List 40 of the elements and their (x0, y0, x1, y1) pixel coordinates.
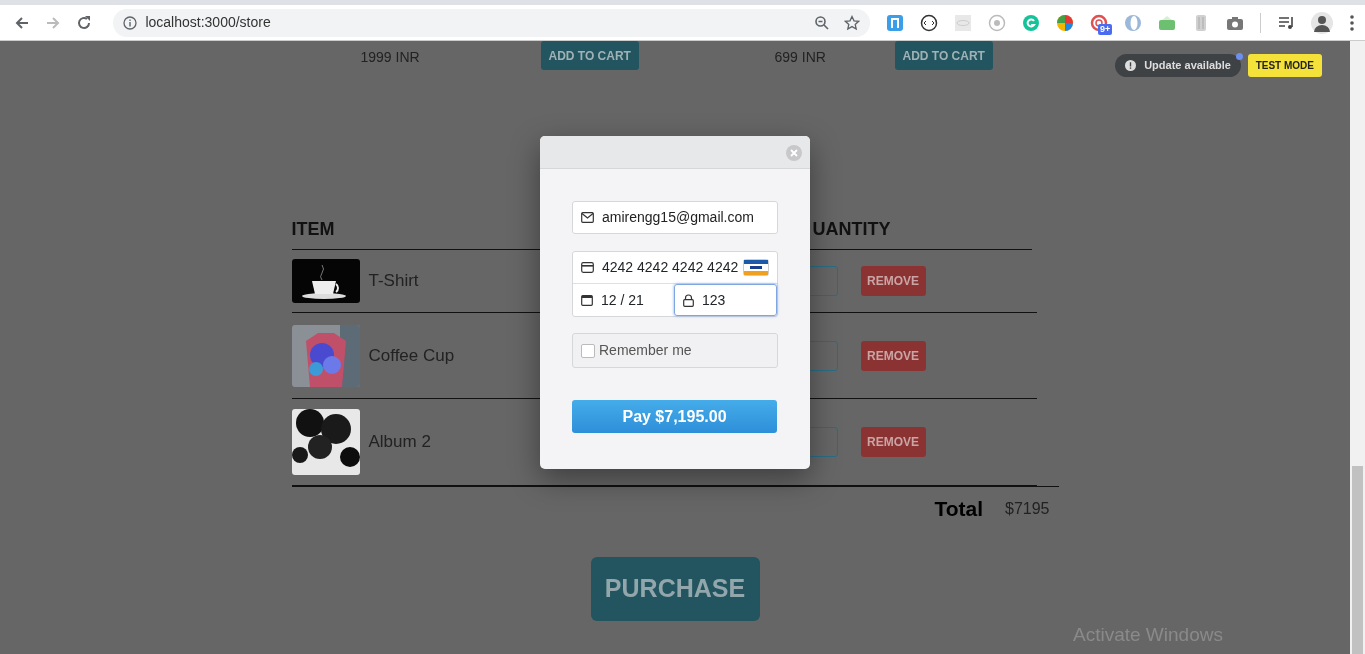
expiry-field[interactable]: 12 / 21 (573, 284, 674, 316)
item-name: Album 2 (368, 431, 431, 454)
card-brand-icon (743, 259, 769, 276)
email-field[interactable]: amirengg15@gmail.com (572, 201, 778, 234)
brackets-icon[interactable] (920, 13, 939, 32)
column-header: UANTITY (811, 218, 891, 241)
total-label: Total (934, 496, 983, 523)
info-icon (123, 15, 138, 30)
avatar-icon[interactable] (1311, 11, 1333, 34)
more-icon[interactable] (1349, 13, 1355, 32)
test-mode-badge[interactable]: TEST MODE (1247, 54, 1322, 77)
g-logo-icon[interactable] (1022, 13, 1041, 32)
item-name: T-Shirt (368, 270, 419, 293)
card-number-field[interactable]: 4242 4242 4242 4242 (573, 252, 777, 284)
scrollbar-thumb[interactable] (1352, 466, 1363, 654)
remove-button[interactable]: REMOVE (860, 266, 926, 296)
alert-icon (1125, 60, 1137, 71)
calendar-icon (581, 294, 593, 306)
envelope-icon (581, 212, 594, 223)
add-to-cart-button[interactable]: ADD TO CART (894, 41, 993, 70)
badge-count: 9+ (1098, 23, 1113, 35)
remove-button[interactable]: REMOVE (860, 340, 926, 371)
price-text: 699 INR (774, 48, 826, 67)
cvc-field[interactable]: 123 (674, 284, 777, 316)
card-icon (581, 262, 594, 273)
update-available-pill[interactable]: Update available (1115, 54, 1241, 77)
zoom-icon[interactable] (814, 14, 831, 31)
color-wheel-icon[interactable] (1056, 13, 1075, 32)
column-header: ITEM (291, 218, 335, 241)
price-text: 1999 INR (360, 48, 420, 67)
remove-button[interactable]: REMOVE (860, 427, 926, 457)
add-to-cart-button[interactable]: ADD TO CART (540, 41, 639, 70)
item-name: Coffee Cup (368, 344, 455, 367)
letter-tile-icon[interactable] (886, 13, 905, 32)
star-icon[interactable] (844, 14, 861, 31)
checkbox[interactable] (581, 343, 595, 358)
checkbox-label: Remember me (599, 341, 692, 360)
lock-icon (683, 293, 694, 307)
notification-dot (1236, 53, 1243, 60)
total-amount: $7195 (1005, 499, 1050, 519)
